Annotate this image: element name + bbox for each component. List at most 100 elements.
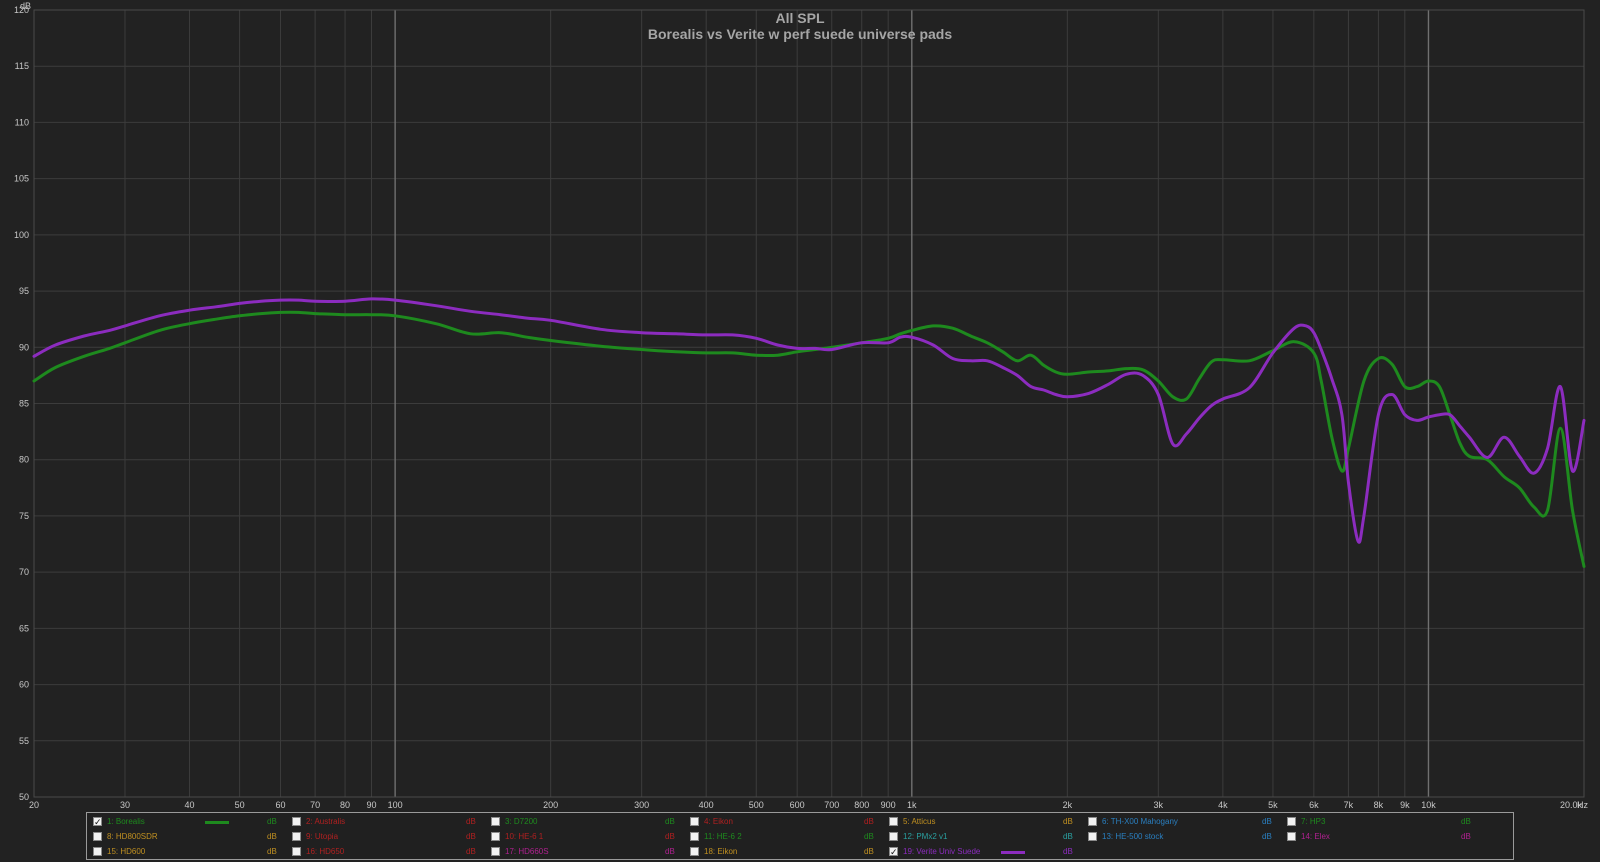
y-tick-label: 85	[19, 399, 29, 409]
y-tick-label: 95	[19, 286, 29, 296]
y-tick-label: 80	[19, 455, 29, 465]
legend-checkbox[interactable]	[690, 817, 699, 826]
x-tick-label: 200	[543, 800, 558, 810]
x-tick-label: 8k	[1374, 800, 1384, 810]
legend-label: 8: HD800SDR	[107, 832, 158, 841]
legend-panel: ✓ 1: Borealis dB 2: Australis dB 3: D7200 dB 4:…	[86, 812, 1514, 860]
legend-label: 2: Australis	[306, 817, 346, 826]
x-tick-label: 90	[366, 800, 376, 810]
legend-label: 14: Elex	[1301, 832, 1330, 841]
legend-label: 6: TH-X00 Mahogany	[1102, 817, 1178, 826]
x-tick-label: 3k	[1154, 800, 1164, 810]
legend-label: 11: HE-6 2	[704, 832, 742, 841]
legend-label: 10: HE-6 1	[505, 832, 544, 841]
x-tick-label: 300	[634, 800, 649, 810]
legend-unit: dB	[864, 832, 874, 841]
x-tick-label: 5k	[1268, 800, 1278, 810]
x-tick-label: 60	[276, 800, 286, 810]
x-tick-label: 900	[881, 800, 896, 810]
frequency-response-chart: 12011511010510095908580757065605550 20 30…	[0, 0, 1600, 810]
legend-unit: dB	[864, 847, 874, 856]
legend-label: 4: Eikon	[704, 817, 733, 826]
legend-label: 3: D7200	[505, 817, 538, 826]
legend-label: 13: HE-500 stock	[1102, 832, 1164, 841]
y-tick-label: 60	[19, 680, 29, 690]
legend-label: 19: Verite Univ Suede	[903, 847, 981, 856]
legend-unit: dB	[466, 817, 476, 826]
x-tick-label: 50	[235, 800, 245, 810]
legend-unit: dB	[665, 847, 675, 856]
legend-unit: dB	[1262, 817, 1272, 826]
legend-unit: dB	[864, 817, 874, 826]
x-tick-label: 20	[29, 800, 39, 810]
legend-unit: dB	[1262, 832, 1272, 841]
legend-checkbox[interactable]	[292, 832, 301, 841]
y-tick-label: 100	[14, 230, 29, 240]
legend-checkbox[interactable]: ✓	[889, 847, 898, 857]
legend-unit: dB	[1461, 817, 1471, 826]
y-axis-unit-label: dB	[20, 1, 31, 11]
chart-subtitle: Borealis vs Verite w perf suede universe…	[648, 26, 952, 42]
legend-checkbox[interactable]	[889, 832, 898, 841]
legend-unit: dB	[665, 832, 675, 841]
legend-checkbox[interactable]: ✓	[93, 817, 102, 827]
legend-label: 7: HP3	[1301, 817, 1326, 826]
x-tick-label: 600	[790, 800, 805, 810]
legend-checkbox[interactable]	[690, 847, 699, 856]
legend-checkbox[interactable]	[1088, 832, 1097, 841]
legend-unit: dB	[267, 832, 277, 841]
y-tick-label: 50	[19, 792, 29, 802]
x-tick-label: 9k	[1400, 800, 1410, 810]
legend-checkbox[interactable]	[292, 847, 301, 856]
legend-unit: dB	[267, 847, 277, 856]
x-tick-label: 70	[310, 800, 320, 810]
x-tick-label: 40	[185, 800, 195, 810]
x-tick-label: 4k	[1218, 800, 1228, 810]
legend-checkbox[interactable]	[292, 817, 301, 826]
legend-unit: dB	[1063, 817, 1073, 826]
legend-label: 1: Borealis	[107, 817, 145, 826]
legend-label: 5: Atticus	[903, 817, 936, 826]
legend-checkbox[interactable]	[93, 832, 102, 841]
x-axis-unit-label: Hz	[1577, 800, 1588, 810]
legend-checkbox[interactable]	[889, 817, 898, 826]
legend-checkbox[interactable]	[1287, 832, 1296, 841]
x-tick-label: 800	[854, 800, 869, 810]
x-tick-label: 400	[699, 800, 714, 810]
legend-unit: dB	[665, 817, 675, 826]
y-tick-label: 110	[15, 117, 29, 127]
legend-label: 9: Utopia	[306, 832, 339, 841]
y-tick-label: 65	[19, 623, 29, 633]
legend-label: 18: Eikon	[704, 847, 738, 856]
y-tick-label: 70	[19, 567, 29, 577]
y-tick-label: 75	[19, 511, 29, 521]
legend-label: 16: HD650	[306, 847, 345, 856]
y-tick-label: 105	[14, 174, 29, 184]
legend-checkbox[interactable]	[690, 832, 699, 841]
legend-unit: dB	[267, 817, 277, 826]
x-tick-label: 30	[120, 800, 130, 810]
x-tick-label: 100	[388, 800, 403, 810]
x-tick-label: 7k	[1344, 800, 1354, 810]
x-tick-label: 1k	[907, 800, 917, 810]
x-tick-label: 500	[749, 800, 764, 810]
y-tick-label: 115	[15, 61, 29, 71]
legend-unit: dB	[466, 847, 476, 856]
y-tick-label: 90	[19, 342, 29, 352]
x-tick-label: 10k	[1421, 800, 1436, 810]
legend-checkbox[interactable]	[491, 817, 500, 826]
legend-color-swatch	[205, 821, 229, 824]
x-tick-label: 2k	[1063, 800, 1073, 810]
x-tick-label: 6k	[1309, 800, 1319, 810]
legend-checkbox[interactable]	[491, 847, 500, 856]
legend-checkbox[interactable]	[1088, 817, 1097, 826]
legend-checkbox[interactable]	[1287, 817, 1296, 826]
legend-unit: dB	[1063, 847, 1073, 856]
legend-unit: dB	[1461, 832, 1471, 841]
legend-checkbox[interactable]	[93, 847, 102, 856]
legend-label: 17: HD660S	[505, 847, 549, 856]
y-tick-label: 55	[19, 736, 29, 746]
legend-checkbox[interactable]	[491, 832, 500, 841]
legend-color-swatch	[1001, 851, 1025, 854]
chart-title: All SPL	[775, 10, 824, 26]
